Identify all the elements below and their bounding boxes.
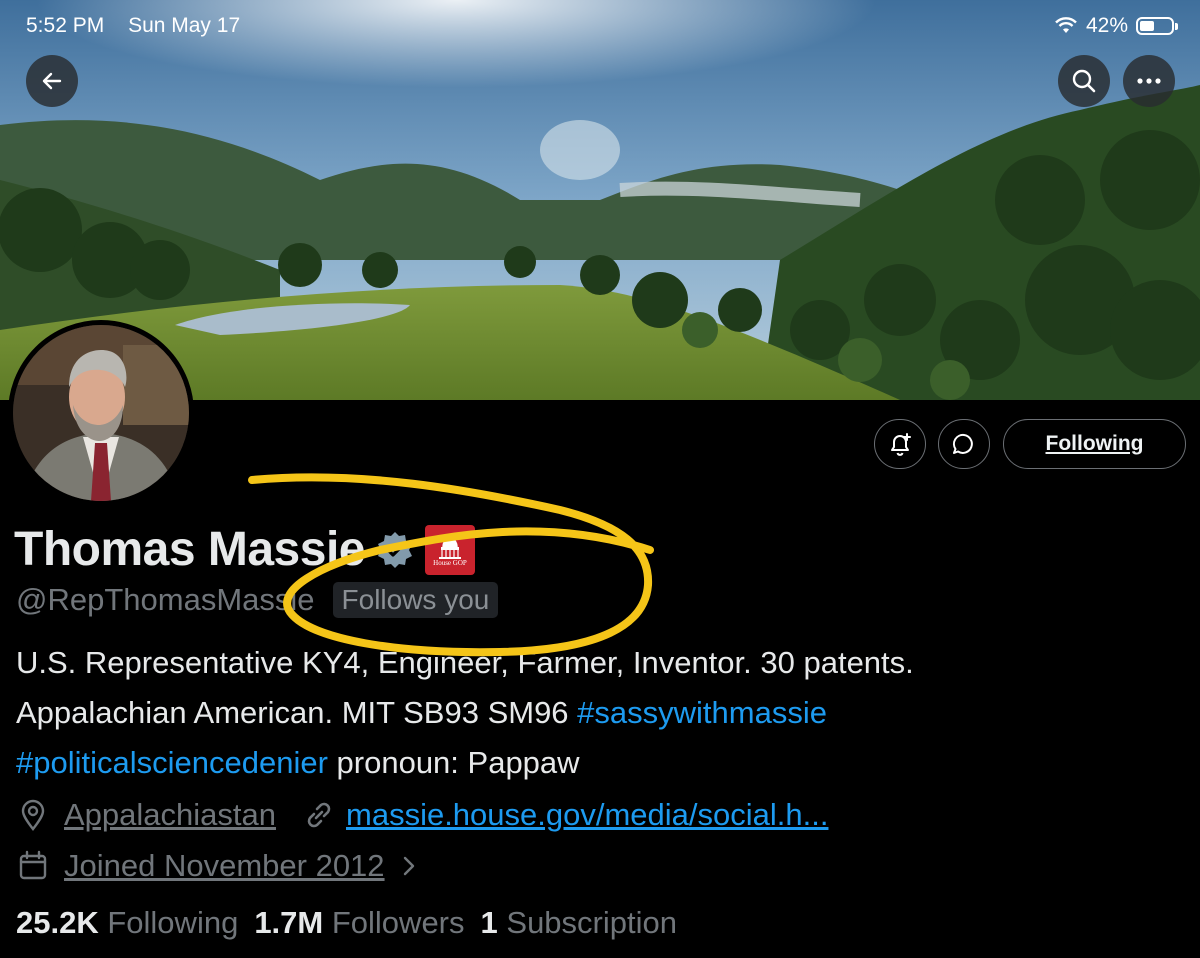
hashtag-sassywithmassie[interactable]: #sassywithmassie: [577, 695, 827, 730]
bio-line-2: Appalachian American. MIT SB93 SM96 #sas…: [16, 688, 1186, 738]
followers-stat-label: Followers: [331, 905, 465, 940]
notifications-bell-button[interactable]: [874, 419, 926, 469]
house-gop-affiliation-badge[interactable]: House GOP: [424, 524, 475, 575]
display-name: Thomas Massie: [14, 523, 365, 576]
follows-you-badge: Follows you: [332, 582, 499, 618]
location-website-row: Appalachiastan massie.house.gov/media/so…: [16, 797, 828, 833]
profile-screen: 5:52 PM Sun May 17 42% Following Thomas …: [0, 0, 1200, 958]
hashtag-politicalsciencedenier[interactable]: #politicalsciencedenier: [16, 745, 328, 780]
joined-row[interactable]: Joined November 2012: [16, 848, 421, 884]
avatar-photo: [13, 325, 189, 501]
location-pin-icon: [21, 799, 45, 831]
back-button[interactable]: [26, 55, 78, 107]
subscription-count: 1: [480, 905, 498, 940]
profile-avatar[interactable]: [8, 320, 194, 506]
gop-badge-label: House GOP: [433, 558, 467, 567]
link-icon: [307, 802, 331, 828]
bio-line-1: U.S. Representative KY4, Engineer, Farme…: [16, 645, 914, 680]
followers-stat[interactable]: 1.7M Followers: [254, 905, 464, 941]
following-button[interactable]: Following: [1003, 419, 1186, 469]
wifi-icon: [1055, 17, 1077, 33]
more-horizontal-icon: [1137, 78, 1161, 84]
verified-badge-icon[interactable]: [375, 530, 415, 570]
calendar-icon: [19, 850, 47, 880]
bell-plus-icon: [891, 433, 911, 456]
location-text: Appalachiastan: [64, 797, 276, 832]
followers-count: 1.7M: [254, 905, 324, 940]
bio-line-3: #politicalsciencedenier pronoun: Pappaw: [16, 738, 1186, 788]
status-date: Sun May 17: [128, 14, 241, 37]
profile-stats: 25.2K Following 1.7M Followers 1 Subscri…: [16, 905, 693, 941]
bio-line-2-text: Appalachian American. MIT SB93 SM96: [16, 695, 578, 730]
subscription-stat[interactable]: 1 Subscription: [481, 905, 677, 941]
bio-line-3-text: pronoun: Pappaw: [327, 745, 580, 780]
following-stat[interactable]: 25.2K Following: [16, 905, 238, 941]
subscription-stat-label: Subscription: [506, 905, 677, 940]
joined-date: Joined November 2012: [64, 848, 385, 883]
search-button[interactable]: [1058, 55, 1110, 107]
handle-row: @RepThomasMassie Follows you: [16, 582, 499, 618]
following-count: 25.2K: [16, 905, 99, 940]
name-row: Thomas Massie House GOP: [14, 522, 475, 577]
following-stat-label: Following: [107, 905, 239, 940]
status-bar: 5:52 PM Sun May 17 42%: [0, 0, 1200, 52]
search-icon: [1072, 69, 1096, 93]
status-left: 5:52 PM Sun May 17: [26, 14, 258, 38]
message-bubble-icon: [952, 433, 973, 454]
more-button[interactable]: [1123, 55, 1175, 107]
battery-level: [1140, 21, 1155, 31]
status-right: 42%: [1054, 14, 1178, 38]
battery-icon: [1136, 17, 1178, 35]
arrow-left-icon: [42, 72, 62, 90]
chevron-right-icon: [403, 856, 414, 876]
website-link[interactable]: massie.house.gov/media/social.h...: [346, 797, 828, 833]
battery-percent: 42%: [1085, 14, 1128, 37]
status-time: 5:52 PM: [26, 14, 105, 37]
capitol-dome-icon: [438, 533, 461, 559]
banner-landscape-image: [0, 0, 1200, 400]
message-button[interactable]: [938, 419, 990, 469]
profile-bio: U.S. Representative KY4, Engineer, Farme…: [16, 638, 1186, 788]
profile-banner[interactable]: [0, 0, 1200, 400]
user-handle: @RepThomasMassie: [16, 582, 315, 617]
